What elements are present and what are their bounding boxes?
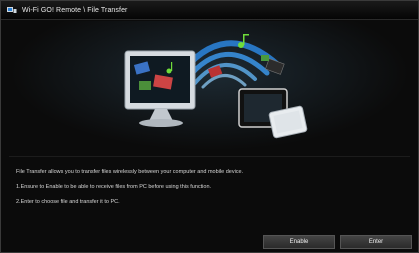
window-title: Wi-Fi GO! Remote \ File Transfer	[22, 6, 128, 14]
enable-button[interactable]: Enable	[263, 235, 335, 249]
title-bar: Wi-Fi GO! Remote \ File Transfer	[1, 1, 418, 20]
file-transfer-window: Wi-Fi GO! Remote \ File Transfer File Tr…	[0, 0, 419, 253]
hero-illustration	[9, 21, 410, 151]
description-line-3: 2.Enter to choose file and transfer it t…	[16, 199, 120, 205]
enter-button[interactable]: Enter	[340, 235, 412, 249]
description-line-1: File Transfer allows you to transfer fil…	[16, 169, 244, 175]
description-line-2: 1.Ensure to Enable to be able to receive…	[16, 184, 212, 190]
divider	[9, 156, 410, 157]
wifi-go-icon	[7, 7, 17, 13]
monitor-icon	[124, 50, 196, 127]
